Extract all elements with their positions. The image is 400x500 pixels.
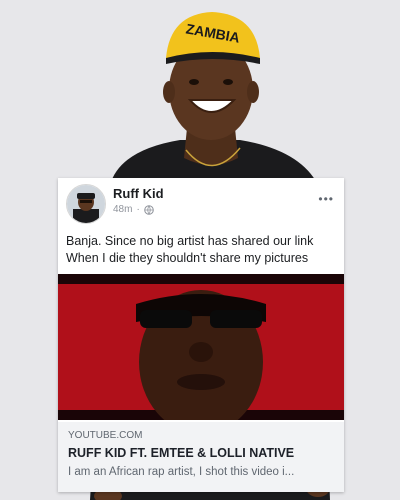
link-domain: YOUTUBE.COM (68, 430, 143, 441)
post-meta: 48m · (113, 204, 154, 215)
post-text-line: When I die they shouldn't share my pictu… (66, 251, 309, 265)
video-thumbnail[interactable] (58, 274, 344, 420)
link-description: I am an African rap artist, I shot this … (68, 466, 295, 478)
facebook-post-card: Ruff Kid 48m · ••• Banja. Since no big a… (58, 178, 344, 492)
meta-separator: · (136, 204, 140, 215)
author-name[interactable]: Ruff Kid (113, 186, 164, 201)
link-title[interactable]: RUFF KID FT. EMTEE & LOLLI NATIVE (68, 446, 294, 460)
link-preview[interactable]: YOUTUBE.COM RUFF KID FT. EMTEE & LOLLI N… (58, 422, 344, 492)
more-options-button[interactable]: ••• (318, 192, 334, 206)
globe-icon (143, 204, 154, 215)
author-avatar[interactable] (66, 184, 106, 224)
post-timestamp[interactable]: 48m (113, 204, 132, 215)
post-text-line: Banja. Since no big artist has shared ou… (66, 234, 314, 248)
post-text: Banja. Since no big artist has shared ou… (66, 233, 340, 267)
